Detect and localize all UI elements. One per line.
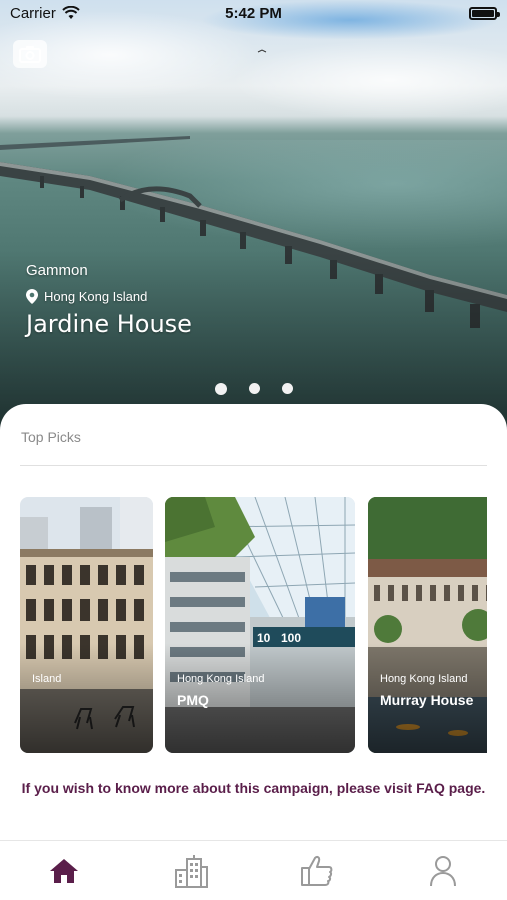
battery-icon [469,7,500,20]
card-district: Island [32,673,62,685]
top-picks-carousel[interactable]: Island 10 100 Hong Kong Island PMQ Hong … [20,497,487,753]
camera-icon [19,46,41,63]
profile-icon [430,856,456,887]
page-dot[interactable] [281,383,293,394]
page-indicator[interactable] [0,383,507,395]
hero-title[interactable]: Jardine House [26,310,192,338]
page-dot[interactable] [248,383,260,394]
hero-banner[interactable]: Carrier 5:42 PM Gammon Hong Kong Island … [0,0,507,430]
status-bar: Carrier 5:42 PM [0,0,507,28]
tab-home[interactable] [44,851,84,891]
thumbs-up-icon [301,856,333,886]
card-district: Hong Kong Island [380,673,468,685]
faq-link[interactable]: If you wish to know more about this camp… [0,780,507,796]
camera-button[interactable] [13,40,47,68]
status-time: 5:42 PM [225,5,282,22]
tab-profile[interactable] [423,851,463,891]
divider [20,465,487,466]
top-pick-card[interactable]: 10 100 Hong Kong Island PMQ [165,497,355,753]
buildings-icon [175,855,208,888]
hero-organization: Gammon [26,262,88,279]
top-pick-card[interactable]: Island [20,497,153,753]
tab-buildings[interactable] [171,851,211,891]
card-name: PMQ [177,692,209,708]
card-district: Hong Kong Island [177,673,265,685]
location-pin-icon [26,289,38,304]
section-title-top-picks: Top Picks [21,429,81,445]
hero-location: Hong Kong Island [26,289,147,304]
content-sheet: Top Picks Island 10 100 Hong Kong Island… [0,404,507,900]
tab-bar [0,840,507,900]
card-name: Murray House [380,692,474,708]
top-pick-card[interactable]: Hong Kong Island Murray House [368,497,487,753]
tab-favorites[interactable] [297,851,337,891]
hero-district: Hong Kong Island [44,289,148,304]
home-icon [50,859,78,883]
page-dot[interactable] [214,383,227,395]
